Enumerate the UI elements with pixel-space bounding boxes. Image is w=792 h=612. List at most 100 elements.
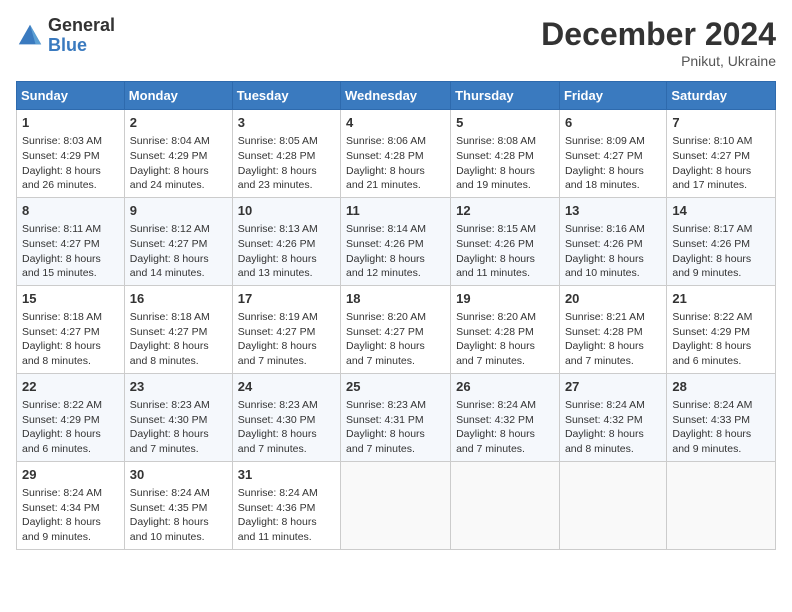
day-number: 17 <box>238 290 335 308</box>
cell-info-line: Sunset: 4:35 PM <box>130 501 227 516</box>
cell-info-line: Sunset: 4:27 PM <box>672 149 770 164</box>
cell-info-line: Sunset: 4:32 PM <box>456 413 554 428</box>
cell-info-line: Sunrise: 8:12 AM <box>130 222 227 237</box>
cell-info-line: Sunrise: 8:24 AM <box>456 398 554 413</box>
cell-info-line: Sunrise: 8:09 AM <box>565 134 661 149</box>
cell-info-line: Sunrise: 8:14 AM <box>346 222 445 237</box>
day-number: 5 <box>456 114 554 132</box>
calendar-cell: 27 Sunrise: 8:24 AMSunset: 4:32 PMDayligh… <box>559 373 666 461</box>
day-number: 30 <box>130 466 227 484</box>
cell-info-line: Sunset: 4:30 PM <box>130 413 227 428</box>
month-title: December 2024 <box>541 16 776 53</box>
cell-info-line: Sunrise: 8:18 AM <box>22 310 119 325</box>
cell-info-line: Daylight: 8 hours and 21 minutes. <box>346 164 445 193</box>
cell-info-line: Sunset: 4:28 PM <box>456 325 554 340</box>
cell-info-line: Daylight: 8 hours and 12 minutes. <box>346 252 445 281</box>
cell-info-line: Sunrise: 8:19 AM <box>238 310 335 325</box>
calendar-cell: 2Sunrise: 8:04 AMSunset: 4:29 PMDaylight… <box>124 110 232 198</box>
cell-info-line: Daylight: 8 hours and 7 minutes. <box>565 339 661 368</box>
calendar-cell: 28Sunrise: 8:24 AMSunset: 4:33 PMDayligh… <box>667 373 776 461</box>
cell-info-line: Daylight: 8 hours and 7 minutes. <box>130 427 227 456</box>
day-number: 27 <box>565 378 661 396</box>
cell-info-line: Daylight: 8 hours and 8 minutes. <box>22 339 119 368</box>
day-of-week-header: Wednesday <box>341 82 451 110</box>
cell-info-line: Sunset: 4:26 PM <box>238 237 335 252</box>
cell-info-line: Sunrise: 8:03 AM <box>22 134 119 149</box>
day-number: 22 <box>22 378 119 396</box>
cell-info-line: Daylight: 8 hours and 8 minutes. <box>565 427 661 456</box>
location-subtitle: Pnikut, Ukraine <box>541 53 776 69</box>
cell-info-line: Sunset: 4:27 PM <box>22 325 119 340</box>
calendar-cell: 13Sunrise: 8:16 AMSunset: 4:26 PMDayligh… <box>559 197 666 285</box>
cell-info-line: Sunrise: 8:22 AM <box>22 398 119 413</box>
cell-info-line: Daylight: 8 hours and 7 minutes. <box>346 427 445 456</box>
cell-info-line: Sunrise: 8:11 AM <box>22 222 119 237</box>
title-block: December 2024 Pnikut, Ukraine <box>541 16 776 69</box>
calendar-header-row: SundayMondayTuesdayWednesdayThursdayFrid… <box>17 82 776 110</box>
calendar-cell: 7 Sunrise: 8:10 AMSunset: 4:27 PMDaylight… <box>667 110 776 198</box>
calendar-cell: 24Sunrise: 8:23 AMSunset: 4:30 PMDayligh… <box>232 373 340 461</box>
calendar-cell <box>341 461 451 549</box>
day-number: 7 <box>672 114 770 132</box>
day-number: 28 <box>672 378 770 396</box>
cell-info-line: Daylight: 8 hours and 7 minutes. <box>346 339 445 368</box>
day-number: 21 <box>672 290 770 308</box>
day-number: 8 <box>22 202 119 220</box>
cell-info-line: Sunset: 4:32 PM <box>565 413 661 428</box>
cell-info-line: Daylight: 8 hours and 11 minutes. <box>238 515 335 544</box>
cell-info-line: Sunset: 4:30 PM <box>238 413 335 428</box>
cell-info-line: Daylight: 8 hours and 7 minutes. <box>456 427 554 456</box>
cell-info-line: Daylight: 8 hours and 11 minutes. <box>456 252 554 281</box>
cell-info-line: Daylight: 8 hours and 15 minutes. <box>22 252 119 281</box>
calendar-cell <box>451 461 560 549</box>
calendar-cell: 22Sunrise: 8:22 AMSunset: 4:29 PMDayligh… <box>17 373 125 461</box>
cell-info-line: Sunset: 4:31 PM <box>346 413 445 428</box>
day-number: 15 <box>22 290 119 308</box>
cell-info-line: Daylight: 8 hours and 17 minutes. <box>672 164 770 193</box>
day-number: 16 <box>130 290 227 308</box>
cell-info-line: Sunset: 4:29 PM <box>130 149 227 164</box>
cell-info-line: Sunset: 4:28 PM <box>456 149 554 164</box>
day-number: 14 <box>672 202 770 220</box>
day-of-week-header: Friday <box>559 82 666 110</box>
day-number: 20 <box>565 290 661 308</box>
cell-info-line: Sunrise: 8:23 AM <box>346 398 445 413</box>
cell-info-line: Sunset: 4:27 PM <box>130 325 227 340</box>
logo: General Blue <box>16 16 115 56</box>
cell-info-line: Daylight: 8 hours and 6 minutes. <box>22 427 119 456</box>
cell-info-line: Daylight: 8 hours and 7 minutes. <box>456 339 554 368</box>
calendar-cell: 21Sunrise: 8:22 AMSunset: 4:29 PMDayligh… <box>667 285 776 373</box>
cell-info-line: Sunset: 4:26 PM <box>346 237 445 252</box>
calendar-cell: 5Sunrise: 8:08 AMSunset: 4:28 PMDaylight… <box>451 110 560 198</box>
cell-info-line: Daylight: 8 hours and 23 minutes. <box>238 164 335 193</box>
cell-info-line: Sunrise: 8:23 AM <box>130 398 227 413</box>
cell-info-line: Sunset: 4:26 PM <box>456 237 554 252</box>
cell-info-line: Daylight: 8 hours and 9 minutes. <box>672 427 770 456</box>
day-number: 11 <box>346 202 445 220</box>
calendar-week-row: 1Sunrise: 8:03 AMSunset: 4:29 PMDaylight… <box>17 110 776 198</box>
cell-info-line: Sunrise: 8:24 AM <box>22 486 119 501</box>
cell-info-line: Daylight: 8 hours and 10 minutes. <box>565 252 661 281</box>
day-number: 6 <box>565 114 661 132</box>
logo-blue: Blue <box>48 36 115 56</box>
day-number: 19 <box>456 290 554 308</box>
day-of-week-header: Thursday <box>451 82 560 110</box>
cell-info-line: Sunrise: 8:24 AM <box>238 486 335 501</box>
day-of-week-header: Saturday <box>667 82 776 110</box>
logo-general: General <box>48 16 115 36</box>
day-number: 23 <box>130 378 227 396</box>
cell-info-line: Sunset: 4:26 PM <box>672 237 770 252</box>
day-number: 3 <box>238 114 335 132</box>
cell-info-line: Sunset: 4:27 PM <box>565 149 661 164</box>
calendar-cell <box>667 461 776 549</box>
cell-info-line: Sunset: 4:33 PM <box>672 413 770 428</box>
calendar-week-row: 29Sunrise: 8:24 AMSunset: 4:34 PMDayligh… <box>17 461 776 549</box>
day-number: 4 <box>346 114 445 132</box>
calendar-cell: 31Sunrise: 8:24 AMSunset: 4:36 PMDayligh… <box>232 461 340 549</box>
cell-info-line: Sunrise: 8:24 AM <box>565 398 661 413</box>
cell-info-line: Sunset: 4:29 PM <box>672 325 770 340</box>
cell-info-line: Sunrise: 8:04 AM <box>130 134 227 149</box>
cell-info-line: Sunrise: 8:15 AM <box>456 222 554 237</box>
cell-info-line: Sunrise: 8:10 AM <box>672 134 770 149</box>
cell-info-line: Sunrise: 8:22 AM <box>672 310 770 325</box>
